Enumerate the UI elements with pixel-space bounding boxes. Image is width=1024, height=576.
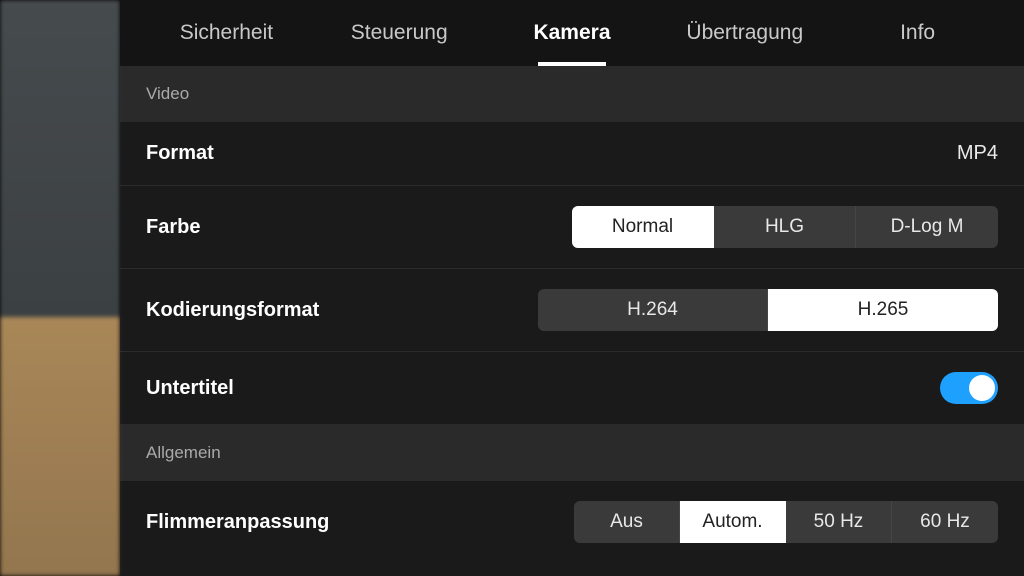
toggle-knob [969, 375, 995, 401]
encoding-option-h265[interactable]: H.265 [768, 289, 998, 331]
row-encoding: Kodierungsformat H.264 H.265 [120, 269, 1024, 352]
flicker-option-50hz[interactable]: 50 Hz [786, 501, 892, 543]
flicker-label: Flimmeranpassung [146, 511, 329, 534]
row-format[interactable]: Format MP4 [120, 122, 1024, 186]
flicker-option-autom[interactable]: Autom. [680, 501, 786, 543]
subtitles-toggle[interactable] [940, 372, 998, 404]
color-option-dlogm[interactable]: D-Log M [856, 206, 998, 248]
settings-scroll: Video Format MP4 Farbe Normal HLG D-Log … [120, 66, 1024, 576]
section-video-header: Video [120, 66, 1024, 122]
tab-sicherheit[interactable]: Sicherheit [140, 0, 313, 66]
row-flicker: Flimmeranpassung Aus Autom. 50 Hz 60 Hz [120, 481, 1024, 573]
tab-bar: Sicherheit Steuerung Kamera Übertragung … [120, 0, 1024, 66]
format-label: Format [146, 142, 214, 165]
flicker-segmented: Aus Autom. 50 Hz 60 Hz [574, 501, 998, 543]
row-subtitles: Untertitel [120, 352, 1024, 425]
color-option-normal[interactable]: Normal [572, 206, 714, 248]
encoding-segmented: H.264 H.265 [538, 289, 998, 331]
row-color: Farbe Normal HLG D-Log M [120, 186, 1024, 269]
subtitles-label: Untertitel [146, 377, 234, 400]
format-value: MP4 [957, 142, 998, 165]
tab-steuerung[interactable]: Steuerung [313, 0, 486, 66]
flicker-option-60hz[interactable]: 60 Hz [892, 501, 998, 543]
color-segmented: Normal HLG D-Log M [572, 206, 998, 248]
section-general-header: Allgemein [120, 425, 1024, 481]
encoding-label: Kodierungsformat [146, 299, 319, 322]
tab-kamera[interactable]: Kamera [486, 0, 659, 66]
encoding-option-h264[interactable]: H.264 [538, 289, 768, 331]
tab-uebertragung[interactable]: Übertragung [658, 0, 831, 66]
color-option-hlg[interactable]: HLG [714, 206, 856, 248]
camera-preview-sliver [0, 0, 120, 576]
tab-info[interactable]: Info [831, 0, 1004, 66]
color-label: Farbe [146, 216, 200, 239]
settings-panel: Sicherheit Steuerung Kamera Übertragung … [120, 0, 1024, 576]
flicker-option-aus[interactable]: Aus [574, 501, 680, 543]
